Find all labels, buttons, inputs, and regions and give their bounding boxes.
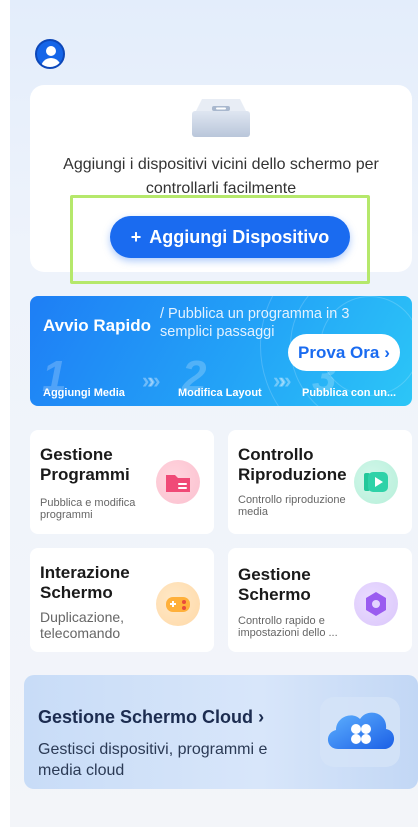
card-title: Interazione Schermo (40, 563, 130, 602)
chevron-right-icon: › (258, 707, 265, 727)
cloud-management-card[interactable]: Gestione Schermo Cloud › Gestisci dispos… (24, 675, 418, 789)
try-now-button[interactable]: Prova Ora › (288, 334, 400, 371)
screen-interaction-card[interactable]: Interazione Schermo Duplicazione, teleco… (30, 548, 214, 652)
hexagon-nut-icon (354, 582, 398, 626)
card-description: Controllo riproduzione media (238, 494, 346, 518)
home-screen: Aggiungi i dispositivi vicini dello sche… (10, 0, 418, 827)
program-management-card[interactable]: Gestione Programmi Pubblica e modifica p… (30, 430, 214, 534)
step-label-1: Aggiungi Media (43, 387, 125, 399)
card-title: Gestione Schermo (238, 565, 311, 604)
device-prompt-text: Aggiungi i dispositivi vicini dello sche… (63, 156, 379, 197)
play-icon (354, 460, 398, 504)
playback-control-card[interactable]: Controllo Riproduzione Controllo riprodu… (228, 430, 412, 534)
user-avatar-icon[interactable] (35, 39, 65, 69)
card-description: Duplicazione, telecomando (40, 609, 125, 641)
try-now-label: Prova Ora (298, 342, 380, 362)
double-chevron-icon: »» (273, 368, 292, 393)
cloud-icon (320, 697, 400, 767)
card-description: Controllo rapido e impostazioni dello ..… (238, 615, 338, 639)
step-label-2: Modifica Layout (178, 387, 262, 399)
card-title: Gestione Programmi (40, 445, 130, 484)
card-title: Controllo Riproduzione (238, 445, 347, 484)
gamepad-icon (156, 582, 200, 626)
step-label-3: Pubblica con un... (302, 387, 397, 399)
screen-management-card[interactable]: Gestione Schermo Controllo rapido e impo… (228, 548, 412, 652)
double-chevron-icon: »» (142, 368, 161, 393)
folder-icon (156, 460, 200, 504)
cloud-title: Gestione Schermo Cloud › (38, 707, 265, 727)
card-description: Pubblica e modifica programmi (40, 497, 136, 521)
chevron-right-icon: › (384, 342, 390, 362)
cloud-description: Gestisci dispositivi, programmi e media … (38, 741, 268, 779)
quick-start-banner[interactable]: Avvio Rapido / Pubblica un programma in … (30, 296, 412, 406)
quick-start-title: Avvio Rapido (43, 316, 151, 335)
device-box-icon (192, 99, 250, 137)
highlight-frame (70, 195, 370, 284)
